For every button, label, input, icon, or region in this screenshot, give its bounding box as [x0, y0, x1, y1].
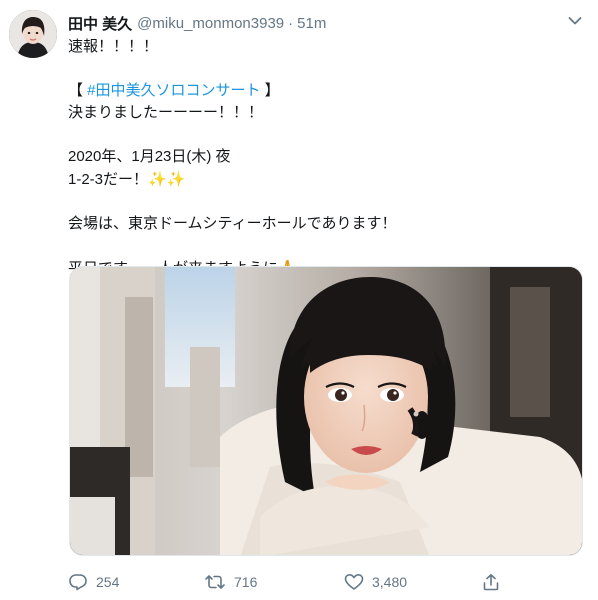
heart-icon [344, 574, 364, 590]
share-icon [483, 574, 499, 591]
tweet-line: 2020年、1月23日(木) 夜 [68, 148, 231, 165]
avatar[interactable] [9, 10, 57, 58]
separator-dot: · [288, 14, 294, 32]
reply-icon [69, 574, 87, 591]
bracket-close: 】 [260, 82, 280, 99]
bracket-open: 【 [68, 82, 88, 99]
tweet-line: 決まりましたーーーー！！！ [68, 104, 264, 121]
timestamp[interactable]: 51m [297, 15, 326, 32]
sparkles-icon: ✨✨ [148, 170, 186, 188]
retweet-icon [205, 575, 225, 589]
tweet-photo[interactable] [69, 266, 583, 556]
avatar-image [9, 10, 57, 58]
tweet-line: 会場は、東京ドームシティーホールであります！ [68, 215, 397, 232]
tweet-line: 1-2-3だー！✨✨ [68, 168, 578, 191]
photo-image [70, 267, 582, 555]
tweet-line: 【 #田中美久ソロコンサート 】 [68, 80, 578, 102]
author-name[interactable]: 田中 美久 [68, 13, 132, 34]
like-button[interactable]: 3,480 [344, 568, 407, 596]
tweet-card[interactable]: 田中 美久 @miku_monmon3939 · 51m 速報！！！！ 【 #田… [0, 0, 598, 600]
tweet-line-text: 1-2-3だー！ [68, 171, 149, 188]
chevron-down-icon[interactable] [568, 16, 582, 26]
tweet-header: 田中 美久 @miku_monmon3939 · 51m [68, 12, 578, 34]
retweet-button[interactable]: 716 [204, 568, 257, 596]
author-handle[interactable]: @miku_monmon3939 [137, 15, 284, 32]
reply-count: 254 [96, 574, 120, 590]
tweet-actions: 254 716 3,480 [68, 568, 578, 596]
reply-button[interactable]: 254 [68, 568, 119, 596]
tweet-text: 速報！！！！ 【 #田中美久ソロコンサート 】 決まりましたーーーー！！！ 20… [68, 36, 578, 280]
like-count: 3,480 [372, 574, 408, 590]
share-button[interactable] [482, 568, 508, 596]
retweet-count: 716 [234, 574, 258, 590]
tweet-line: 速報！！！！ [68, 38, 159, 55]
hashtag-link[interactable]: #田中美久ソロコンサート [87, 82, 260, 99]
